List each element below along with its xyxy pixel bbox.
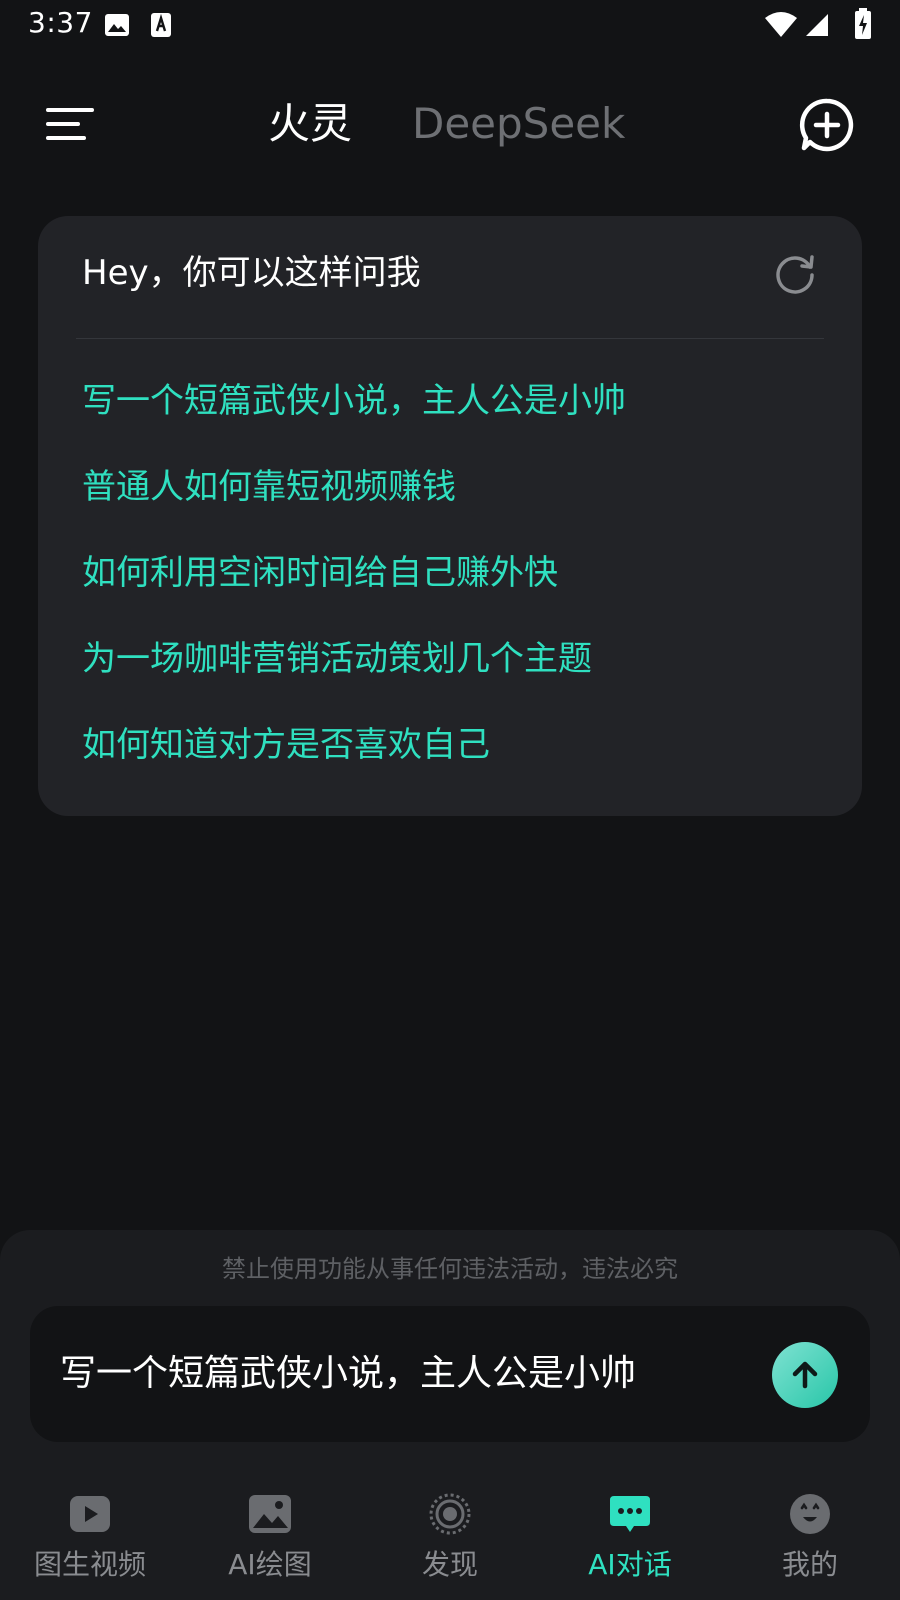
battery-charging-icon	[854, 8, 872, 44]
message-input-value[interactable]: 写一个短篇武侠小说，主人公是小帅	[60, 1350, 636, 1398]
nav-item-image-to-video[interactable]: 图生视频	[0, 1480, 180, 1600]
profile-face-icon	[790, 1494, 830, 1534]
image-icon	[249, 1495, 291, 1533]
suggestion-item[interactable]: 写一个短篇武侠小说，主人公是小帅	[82, 378, 626, 424]
chat-bubble-icon	[610, 1496, 650, 1532]
menu-icon	[46, 108, 94, 140]
top-header: 火灵 DeepSeek	[0, 80, 900, 170]
arrow-up-icon	[792, 1361, 818, 1389]
app-screen: 3:37 火灵 DeepSeek Hey，你可以这样问我 写一个短篇武侠小说，主…	[0, 0, 900, 1600]
status-bar: 3:37	[0, 0, 900, 50]
nav-label: 我的	[781, 1548, 838, 1581]
suggestion-item[interactable]: 普通人如何靠短视频赚钱	[82, 464, 456, 510]
nav-label: 发现	[421, 1548, 478, 1581]
status-time: 3:37	[28, 6, 93, 39]
nav-label: AI绘图	[228, 1548, 312, 1581]
nav-item-ai-chat[interactable]: AI对话	[540, 1480, 720, 1600]
nav-item-profile[interactable]: 我的	[720, 1480, 900, 1600]
signal-icon	[804, 12, 830, 42]
suggestion-item[interactable]: 如何利用空闲时间给自己赚外快	[82, 550, 558, 596]
composer-panel: 禁止使用功能从事任何违法活动，违法必究 写一个短篇武侠小说，主人公是小帅	[0, 1230, 900, 1480]
tab-deepseek[interactable]: DeepSeek	[412, 96, 625, 152]
message-input[interactable]: 写一个短篇武侠小说，主人公是小帅	[30, 1306, 870, 1442]
new-chat-button[interactable]	[798, 96, 856, 154]
tab-huoling[interactable]: 火灵	[268, 96, 352, 152]
nav-item-discover[interactable]: 发现	[360, 1480, 540, 1600]
suggestion-item[interactable]: 如何知道对方是否喜欢自己	[82, 722, 490, 768]
a-notification-icon	[150, 12, 172, 42]
refresh-icon	[776, 255, 814, 294]
nav-label: 图生视频	[33, 1548, 146, 1581]
suggestions-card: Hey，你可以这样问我 写一个短篇武侠小说，主人公是小帅 普通人如何靠短视频赚钱…	[38, 216, 862, 816]
wifi-icon	[764, 12, 798, 42]
suggestion-item[interactable]: 为一场咖啡营销活动策划几个主题	[82, 636, 592, 682]
video-play-icon	[70, 1496, 110, 1532]
discover-icon	[429, 1493, 471, 1535]
bottom-nav: 图生视频 AI绘图 发现 AI对话 我的	[0, 1480, 900, 1600]
nav-item-ai-drawing[interactable]: AI绘图	[180, 1480, 360, 1600]
add-chat-icon	[799, 98, 854, 152]
refresh-button[interactable]	[772, 250, 818, 296]
disclaimer-text: 禁止使用功能从事任何违法活动，违法必究	[222, 1255, 678, 1283]
image-icon	[104, 12, 130, 42]
menu-button[interactable]	[40, 100, 100, 148]
send-button[interactable]	[772, 1342, 838, 1408]
suggestions-title: Hey，你可以这样问我	[82, 253, 421, 293]
nav-label: AI对话	[588, 1548, 672, 1581]
card-divider	[76, 338, 824, 339]
